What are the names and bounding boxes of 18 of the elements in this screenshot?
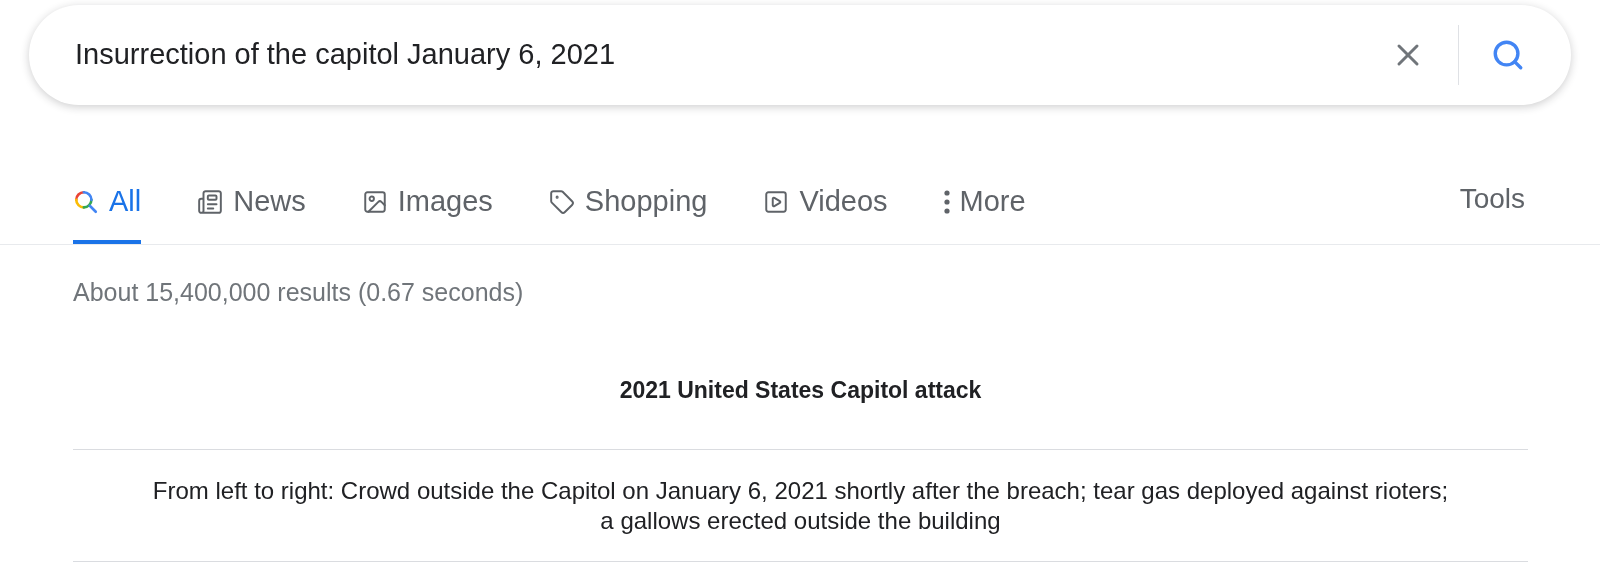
tab[interactable]: Videos [763, 155, 888, 244]
panel-title: 2021 United States Capitol attack [618, 376, 983, 405]
image-caption: From left to right: Crowd outside the Capitol on January 6, 2021 shortly after the breach; tear gas deployed against rioters; a gallows erected outside the building [151, 476, 1450, 536]
more-icon [943, 189, 950, 214]
newspaper-icon [197, 188, 224, 215]
tag-icon [548, 188, 575, 215]
search-icon [1491, 38, 1525, 72]
image-icon [361, 188, 388, 215]
search-icon [73, 188, 99, 215]
tab[interactable]: All [73, 155, 142, 244]
tab[interactable]: More [943, 155, 1026, 244]
search-field[interactable]: Insurrection of the capitol January 6, 2021 [75, 33, 1368, 77]
tab[interactable]: News [197, 155, 306, 244]
tools-button[interactable]: Tools [1459, 155, 1525, 244]
tab[interactable]: Images [361, 155, 493, 244]
result-stats: About 15,400,000 results (0.67 seconds) [73, 277, 525, 307]
play-icon [763, 188, 790, 215]
tab[interactable]: Shopping [548, 155, 708, 244]
